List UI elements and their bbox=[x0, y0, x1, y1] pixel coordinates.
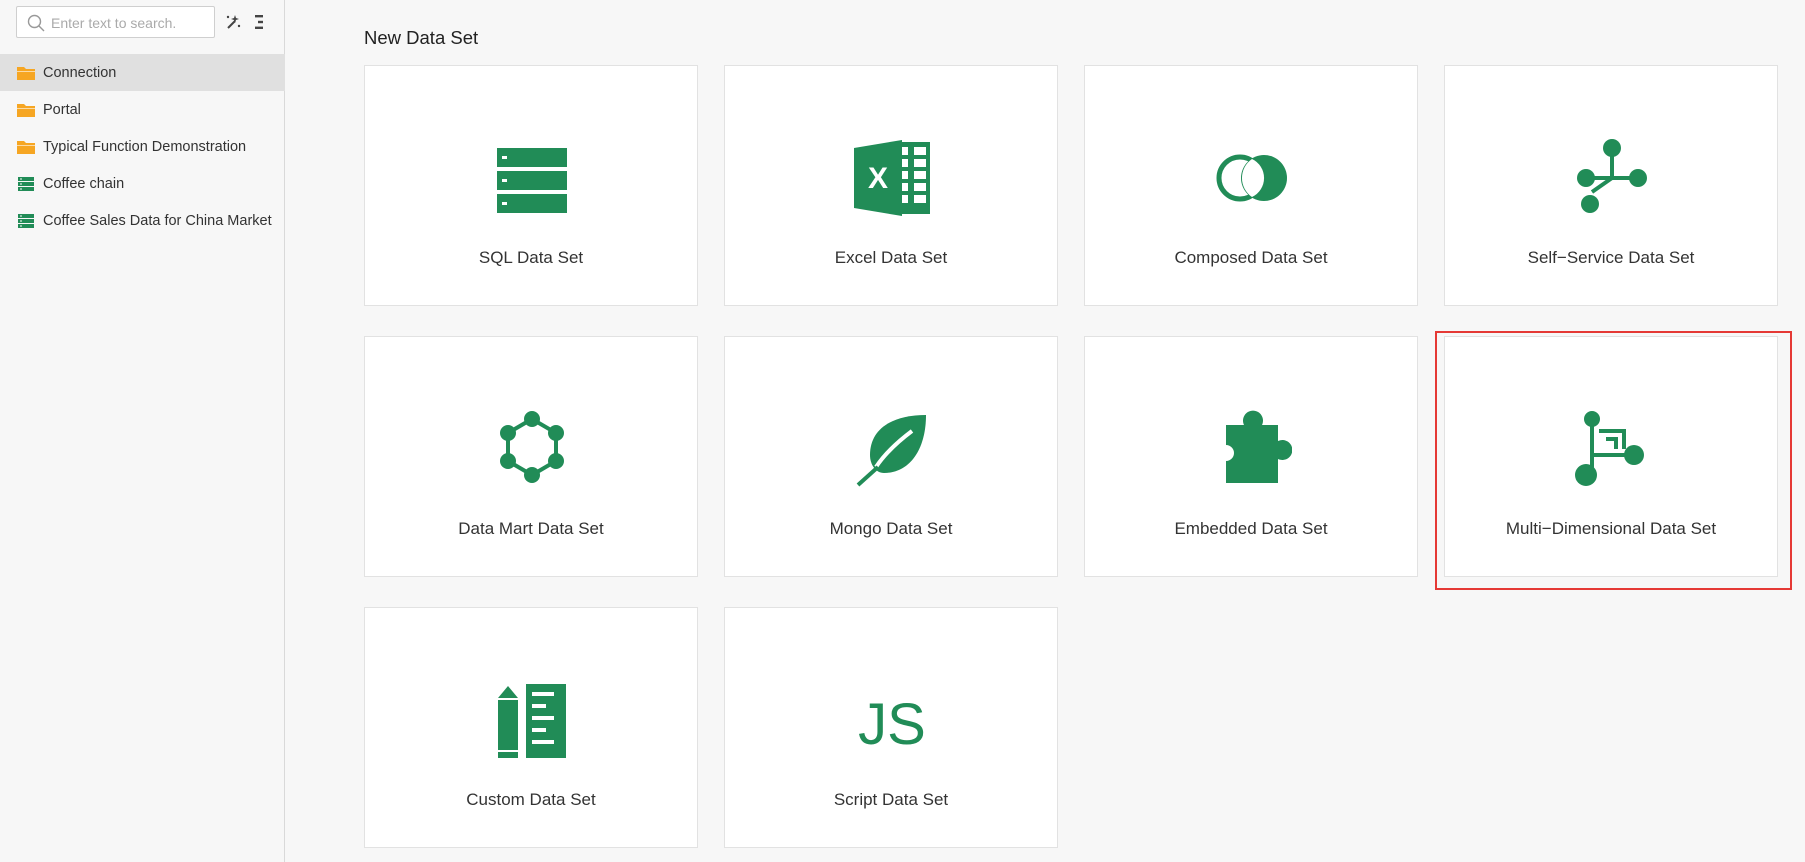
more-vertical-icon[interactable] bbox=[250, 12, 270, 32]
tree-item-coffee-chain[interactable]: Coffee chain bbox=[0, 165, 285, 202]
excel-data-set-icon: X bbox=[854, 140, 930, 216]
sql-data-set-card[interactable]: SQL Data Set bbox=[364, 65, 698, 306]
card-label: Composed Data Set bbox=[1174, 248, 1328, 267]
tree-item-label: Typical Function Demonstration bbox=[43, 138, 247, 155]
script-data-set-icon: JS bbox=[858, 692, 926, 757]
search-input[interactable] bbox=[51, 11, 211, 35]
script-icon-text: JS bbox=[858, 692, 926, 757]
tree-item-coffee-sales-data-china[interactable]: Coffee Sales Data for China Market bbox=[0, 202, 285, 239]
magic-wand-icon[interactable] bbox=[223, 12, 243, 32]
sidebar: Connection Portal Typical Function Demon… bbox=[0, 0, 285, 862]
multi-dimensional-data-set-icon bbox=[1575, 411, 1644, 486]
self-service-data-set-icon bbox=[1577, 139, 1647, 213]
composed-data-set-icon bbox=[1216, 154, 1287, 202]
folder-icon bbox=[17, 103, 35, 117]
self-service-data-set-card[interactable]: Self−Service Data Set bbox=[1444, 65, 1778, 306]
database-icon bbox=[18, 213, 34, 228]
embedded-data-set-icon bbox=[1226, 410, 1292, 483]
search-box[interactable] bbox=[16, 6, 215, 38]
svg-text:X: X bbox=[868, 162, 888, 195]
custom-data-set-icon bbox=[498, 684, 566, 758]
card-label: Self−Service Data Set bbox=[1527, 248, 1695, 267]
excel-data-set-card[interactable]: X Excel Data Set bbox=[724, 65, 1058, 306]
folder-icon bbox=[17, 66, 35, 80]
tree-item-portal[interactable]: Portal bbox=[0, 91, 285, 128]
card-label: Script Data Set bbox=[833, 790, 949, 809]
card-label: Embedded Data Set bbox=[1174, 519, 1328, 538]
card-label: Custom Data Set bbox=[466, 790, 596, 809]
mongo-data-set-card[interactable]: Mongo Data Set bbox=[724, 336, 1058, 577]
tree-item-label: Coffee Sales Data for China Market bbox=[43, 212, 272, 229]
tree-item-connection[interactable]: Connection bbox=[0, 54, 285, 91]
multi-dimensional-data-set-card[interactable]: Multi−Dimensional Data Set bbox=[1444, 336, 1778, 577]
custom-data-set-card[interactable]: Custom Data Set bbox=[364, 607, 698, 848]
search-row bbox=[16, 6, 276, 38]
folder-icon bbox=[17, 140, 35, 154]
card-label: SQL Data Set bbox=[478, 248, 584, 267]
tree-item-label: Portal bbox=[43, 101, 81, 118]
card-label: Excel Data Set bbox=[834, 248, 948, 267]
tree-item-label: Coffee chain bbox=[43, 175, 125, 192]
script-data-set-card[interactable]: JS Script Data Set bbox=[724, 607, 1058, 848]
data-mart-data-set-card[interactable]: Data Mart Data Set bbox=[364, 336, 698, 577]
page-title: New Data Set bbox=[364, 27, 479, 48]
search-icon bbox=[27, 14, 45, 32]
composed-data-set-card[interactable]: Composed Data Set bbox=[1084, 65, 1418, 306]
mongo-data-set-icon bbox=[856, 415, 926, 487]
data-mart-data-set-icon bbox=[500, 411, 564, 483]
tree-item-label: Connection bbox=[43, 64, 117, 81]
card-label: Mongo Data Set bbox=[829, 519, 953, 538]
sql-data-set-icon bbox=[497, 148, 567, 213]
tree-item-typical-function-demonstration[interactable]: Typical Function Demonstration bbox=[0, 128, 285, 165]
database-icon bbox=[18, 176, 34, 191]
data-source-tree: Connection Portal Typical Function Demon… bbox=[0, 54, 285, 239]
card-label: Data Mart Data Set bbox=[458, 519, 604, 538]
embedded-data-set-card[interactable]: Embedded Data Set bbox=[1084, 336, 1418, 577]
card-label: Multi−Dimensional Data Set bbox=[1505, 519, 1717, 538]
main-content: New Data Set SQL Data Set X Excel Data S… bbox=[286, 0, 1805, 862]
